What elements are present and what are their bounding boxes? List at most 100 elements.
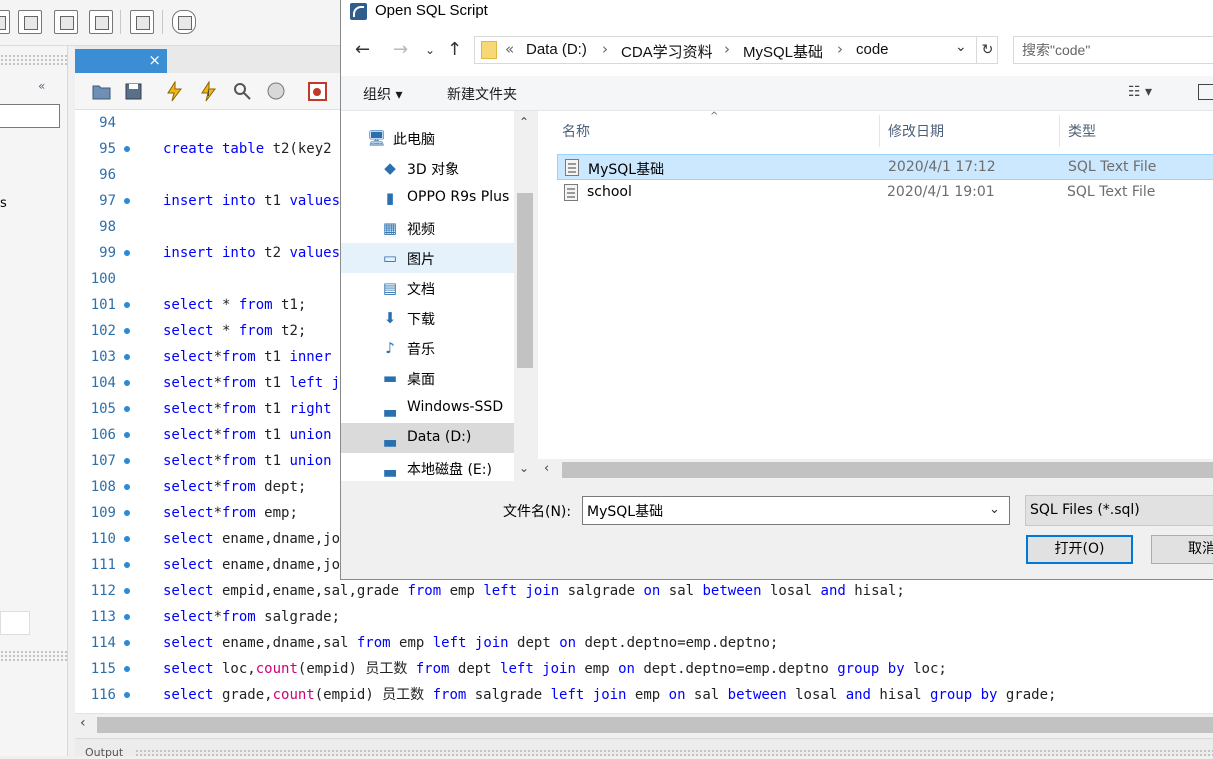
column-divider[interactable] — [1059, 115, 1060, 147]
sql-token: * — [213, 609, 223, 625]
sql-token: t2; — [272, 323, 307, 339]
sql-keyword: select — [163, 557, 214, 573]
preview-pane-icon[interactable] — [1198, 84, 1213, 100]
chevron-down-icon[interactable]: ⌄ — [989, 502, 1000, 517]
code-line[interactable]: 112 select empid,ename,sal,grade from emp… — [75, 578, 1213, 604]
nav-item[interactable]: ▃ Windows-SSD — [341, 393, 514, 423]
panel-tab[interactable] — [0, 611, 30, 635]
nav-item[interactable]: ▃ 本地磁盘 (E:) — [341, 453, 514, 483]
back-arrow-icon[interactable]: ← — [355, 39, 370, 60]
address-bar[interactable]: « Data (D:) › CDA学习资料 › MySQL基础 › code ⌄… — [474, 36, 998, 64]
open-button[interactable]: 打开(O) — [1026, 535, 1133, 564]
breadcrumb-separator[interactable]: › — [602, 40, 608, 58]
navigation-scrollbar[interactable]: ⌃ ⌄ — [514, 111, 536, 481]
forward-arrow-icon[interactable]: → — [393, 39, 408, 60]
scroll-thumb[interactable] — [517, 193, 533, 368]
scroll-up-icon[interactable]: ⌃ — [519, 115, 529, 129]
table-icon[interactable] — [18, 10, 42, 34]
column-header-type[interactable]: 类型 — [1068, 121, 1096, 141]
nav-item[interactable]: ▭ 图片 — [341, 243, 514, 273]
up-arrow-icon[interactable]: ↑ — [447, 39, 462, 60]
breadcrumb-cda[interactable]: CDA学习资料 — [621, 41, 713, 62]
code-line[interactable]: 116 select grade,count(empid) 员工数 from sa… — [75, 682, 1213, 708]
cancel-button[interactable]: 取消 — [1151, 535, 1213, 564]
nav-item[interactable]: ⬇ 下载 — [341, 303, 514, 333]
editor-horizontal-scrollbar[interactable]: ‹ — [75, 713, 1213, 735]
sql-keyword: on — [668, 687, 686, 703]
nav-item[interactable]: ▦ 视频 — [341, 213, 514, 243]
column-header-name[interactable]: 名称 — [562, 121, 590, 141]
code-text: select*from t1 right — [163, 396, 332, 422]
view-icon[interactable] — [54, 10, 78, 34]
code-line[interactable]: 115 select loc,count(empid) 员工数 from dept… — [75, 656, 1213, 682]
nav-item[interactable]: ♪ 音乐 — [341, 333, 514, 363]
search-box[interactable] — [1013, 36, 1213, 64]
close-icon[interactable]: × — [148, 51, 161, 69]
code-line[interactable]: 113 select*from salgrade; — [75, 604, 1213, 630]
line-number: 101 — [90, 297, 116, 313]
breadcrumb-separator[interactable]: › — [837, 40, 843, 58]
sql-keyword: select — [163, 297, 214, 313]
recent-locations-icon[interactable]: ⌄ — [425, 43, 435, 57]
view-options-icon[interactable]: ☷ ▾ — [1128, 84, 1152, 100]
organize-menu[interactable]: 组织 ▾ — [363, 84, 402, 104]
nav-item[interactable]: ▮ OPPO R9s Plus — [341, 183, 514, 213]
database-icon[interactable] — [172, 10, 196, 34]
procedure-icon[interactable] — [89, 10, 113, 34]
sql-keyword: between — [702, 583, 762, 599]
filename-combo[interactable]: ⌄ — [582, 496, 1010, 525]
editor-tab[interactable]: × — [75, 49, 167, 73]
inspect-icon[interactable] — [130, 10, 154, 34]
file-type: SQL Text File — [1068, 159, 1157, 175]
statement-marker-icon — [124, 432, 130, 438]
refresh-icon[interactable]: ↻ — [976, 37, 998, 63]
scroll-left-icon[interactable]: ‹ — [80, 715, 86, 731]
breadcrumb-code[interactable]: code — [856, 41, 889, 58]
execute-icon[interactable] — [164, 81, 185, 102]
nav-item[interactable]: ◆ 3D 对象 — [341, 153, 514, 183]
overflow-icon[interactable]: « — [505, 40, 514, 58]
chevron-down-icon[interactable]: ⌄ — [955, 39, 967, 55]
collapse-icon[interactable]: « — [38, 79, 45, 93]
sql-token: sal — [660, 583, 703, 599]
file-type-select[interactable]: SQL Files (*.sql) — [1025, 495, 1213, 526]
breadcrumb-mysql[interactable]: MySQL基础 — [743, 41, 823, 62]
nav-item-label: Data (D:) — [407, 429, 472, 445]
sql-token: salgrade — [559, 583, 644, 599]
explain-icon[interactable] — [232, 81, 253, 102]
code-line[interactable]: 114 select ename,dname,sal from emp left … — [75, 630, 1213, 656]
sql-token: * — [213, 297, 239, 313]
column-divider[interactable] — [879, 115, 880, 147]
execute-current-icon[interactable]: I — [198, 81, 219, 102]
sql-keyword: and — [820, 583, 846, 599]
nav-item-label: 下载 — [407, 312, 435, 328]
nav-item[interactable]: ▤ 文档 — [341, 273, 514, 303]
nav-item[interactable]: 🖥 此电脑 — [341, 123, 514, 153]
scroll-down-icon[interactable]: ⌄ — [519, 461, 529, 475]
scroll-thumb[interactable] — [97, 717, 1213, 733]
column-header-date[interactable]: 修改日期 — [888, 121, 944, 141]
breadcrumb-separator[interactable]: › — [724, 40, 730, 58]
file-row[interactable]: school 2020/4/1 19:01 SQL Text File — [557, 180, 1213, 206]
dialog-title-bar[interactable]: Open SQL Script — [341, 0, 1213, 24]
filter-input[interactable] — [0, 104, 60, 128]
toolbar-icon[interactable] — [0, 10, 10, 34]
file-type: SQL Text File — [1067, 184, 1156, 200]
new-folder-button[interactable]: 新建文件夹 — [447, 84, 517, 104]
file-row[interactable]: MySQL基础 2020/4/1 17:12 SQL Text File — [557, 154, 1213, 180]
open-folder-icon[interactable] — [91, 81, 112, 102]
scroll-thumb[interactable] — [562, 462, 1213, 478]
save-icon[interactable] — [123, 81, 144, 102]
search-input[interactable] — [1022, 40, 1212, 60]
file-list-scrollbar[interactable]: ‹ — [538, 459, 1213, 481]
line-number: 103 — [90, 349, 116, 365]
sql-keyword: left join — [483, 583, 560, 599]
toggle-icon[interactable] — [307, 81, 328, 102]
filename-input[interactable] — [587, 501, 977, 520]
scroll-left-icon[interactable]: ‹ — [544, 461, 549, 476]
nav-item[interactable]: ▬ 桌面 — [341, 363, 514, 393]
stop-icon[interactable] — [266, 81, 287, 102]
sql-file-icon — [564, 184, 578, 201]
breadcrumb-data[interactable]: Data (D:) — [526, 41, 587, 58]
nav-item[interactable]: ▃ Data (D:) — [341, 423, 514, 453]
